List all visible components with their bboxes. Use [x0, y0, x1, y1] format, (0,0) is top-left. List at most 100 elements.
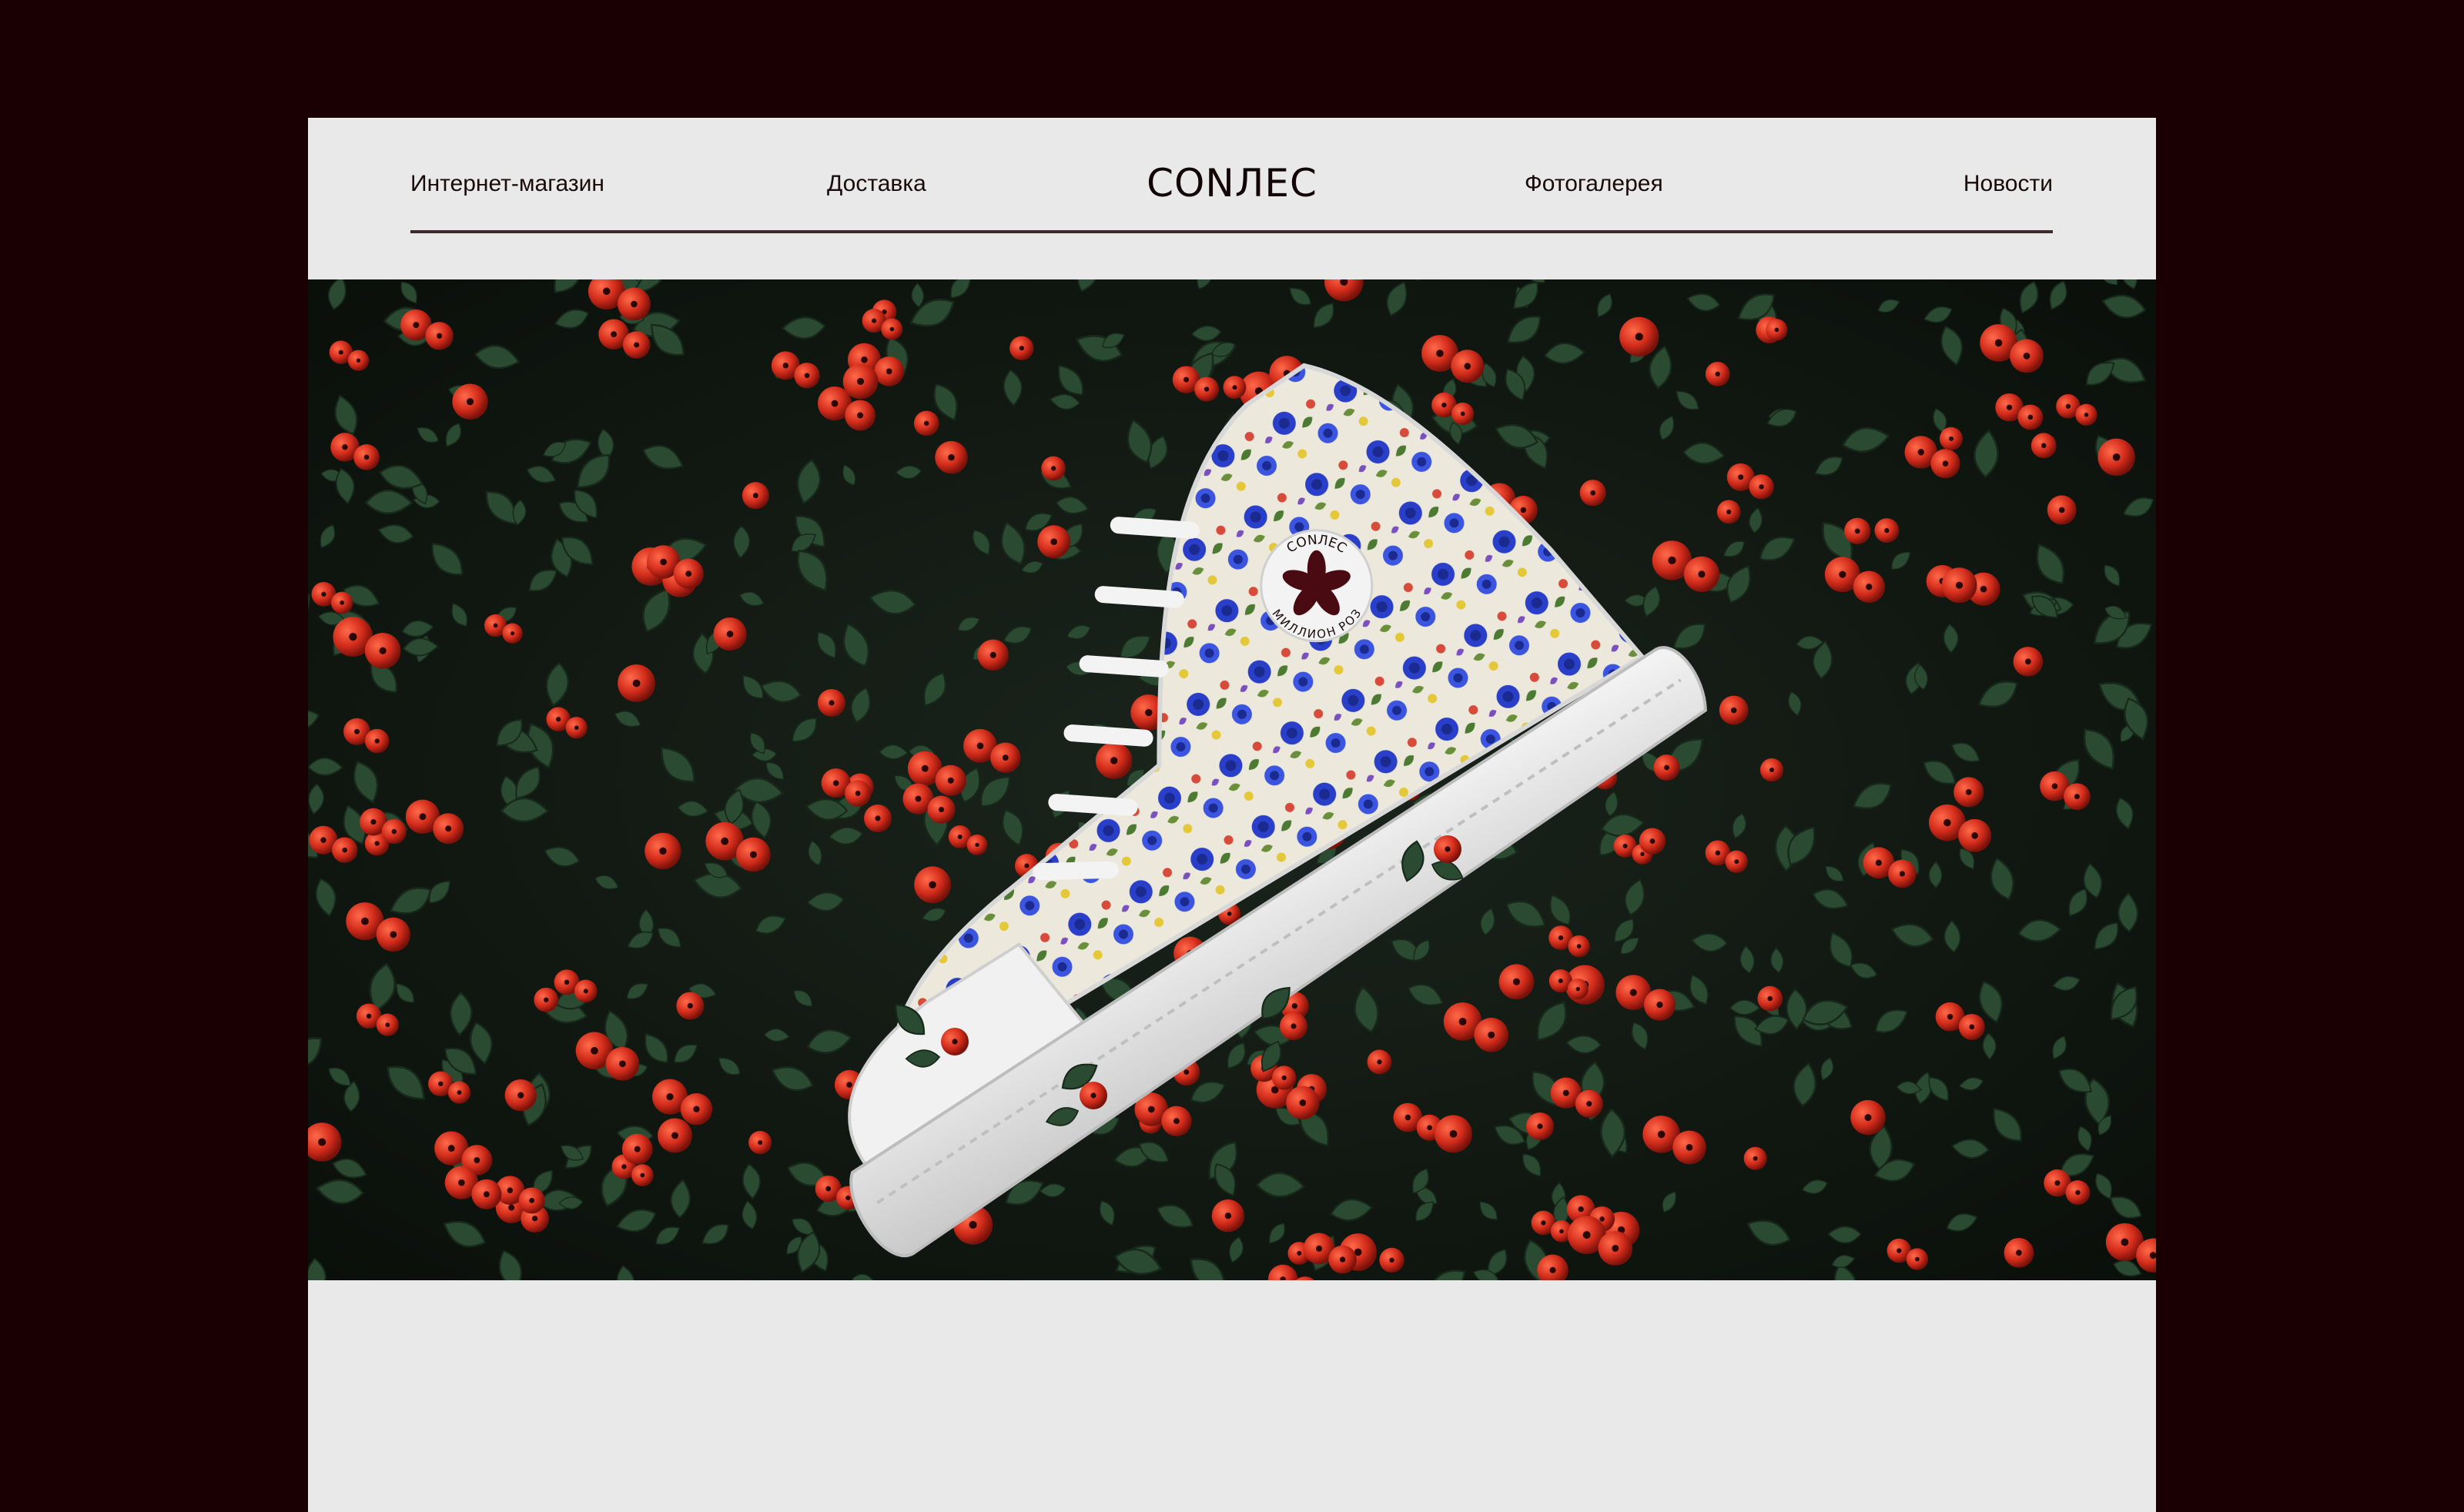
berry-shape	[914, 866, 952, 904]
berry-shape	[1009, 336, 1034, 360]
berry-shape	[1725, 850, 1748, 873]
berry-shape	[364, 632, 401, 669]
berry-shape	[1223, 376, 1247, 400]
berry-shape	[565, 717, 588, 739]
berry-shape	[842, 363, 879, 400]
berry-shape	[1719, 695, 1749, 725]
berry-shape	[1766, 319, 1788, 341]
berry-shape	[1930, 449, 1960, 479]
berry-shape	[1451, 350, 1485, 383]
berry-shape	[1850, 1099, 1886, 1136]
header-divider	[410, 230, 2053, 233]
berry-shape	[1194, 376, 1219, 402]
berry-shape	[1080, 1082, 1107, 1109]
berry-shape	[452, 383, 488, 420]
berry-shape	[966, 835, 988, 855]
berry-shape	[1888, 859, 1917, 888]
berry-shape	[1759, 758, 1784, 782]
berry-shape	[1749, 474, 1774, 500]
berry-shape	[1095, 742, 1133, 779]
berry-shape	[2064, 783, 2091, 811]
hero-image: CONЛЕС МИЛЛИОН РОЗ	[308, 279, 2156, 1280]
berry-shape	[1716, 500, 1741, 524]
berry-shape	[748, 1131, 772, 1155]
berry-shape	[534, 987, 559, 1012]
berry-shape	[1653, 754, 1680, 781]
site-header: Интернет-магазин Доставка CONЛЕС Фотогал…	[308, 118, 2156, 279]
berry-shape	[742, 482, 769, 510]
berry-shape	[433, 813, 464, 845]
berry-shape	[845, 400, 875, 431]
berry-shape	[447, 1081, 471, 1104]
berry-shape	[1579, 480, 1606, 507]
berry-shape	[1434, 835, 1461, 863]
berry-shape	[864, 805, 892, 832]
berry-shape	[1161, 1106, 1192, 1136]
berry-shape	[622, 331, 651, 359]
berry-shape	[1639, 828, 1666, 855]
berry-shape	[1939, 427, 1963, 450]
berry-shape	[913, 410, 939, 437]
nav-link-news[interactable]: Новости	[1964, 169, 2053, 199]
berry-shape	[574, 979, 598, 1003]
berry-shape	[990, 742, 1021, 773]
berry-shape	[618, 664, 655, 702]
berry-shape	[977, 639, 1009, 671]
berry-shape	[1958, 818, 1992, 852]
berry-shape	[504, 1079, 537, 1112]
berry-shape	[2017, 404, 2044, 430]
berry-shape	[631, 1164, 654, 1186]
page-container: Интернет-магазин Доставка CONЛЕС Фотогал…	[308, 118, 2156, 1512]
berry-shape	[818, 689, 845, 717]
berry-shape	[471, 1179, 502, 1209]
berry-shape	[1367, 1049, 1392, 1075]
berry-shape	[376, 917, 410, 952]
berry-shape	[353, 444, 380, 470]
berry-shape	[2013, 647, 2044, 677]
berry-shape	[605, 1046, 640, 1081]
berry-shape	[927, 795, 956, 824]
berry-shape	[1567, 978, 1589, 1000]
berry-shape	[658, 1118, 692, 1153]
berry-shape	[941, 1028, 969, 1055]
berry-shape	[1598, 1231, 1633, 1266]
berry-shape	[1958, 1013, 1985, 1040]
berry-shape	[502, 623, 523, 644]
berry-shape	[330, 591, 353, 614]
berry-shape	[1844, 517, 1871, 544]
berry-shape	[935, 764, 966, 796]
berry-shape	[1041, 456, 1066, 481]
berry-shape	[347, 350, 370, 371]
berry-shape	[1941, 567, 1977, 604]
berry-shape	[1280, 1012, 1307, 1040]
berry-shape	[1435, 1115, 1472, 1153]
berry-shape	[1498, 964, 1535, 1000]
brand-badge: CONЛЕС МИЛЛИОН РОЗ	[1260, 529, 1374, 643]
site-logo[interactable]: CONЛЕС	[308, 156, 2156, 210]
berry-shape	[1643, 988, 1676, 1021]
berry-shape	[2004, 1237, 2034, 1268]
berry-shape	[2010, 339, 2044, 373]
berry-shape	[1743, 1146, 1767, 1170]
berry-shape	[381, 819, 407, 845]
berry-shape	[680, 1093, 713, 1126]
berry-shape	[2065, 1180, 2091, 1205]
berry-shape	[676, 992, 705, 1020]
berry-shape	[1853, 570, 1886, 603]
berry-shape	[1328, 1245, 1357, 1274]
berry-shape	[1286, 1085, 1320, 1120]
berry-shape	[1953, 777, 1984, 808]
berry-shape	[845, 780, 872, 807]
berry-shape	[1757, 985, 1783, 1012]
berry-shape	[644, 832, 681, 870]
berry-shape	[2047, 495, 2077, 525]
berry-shape	[2097, 438, 2135, 477]
berry-shape	[425, 322, 454, 350]
berry-shape	[1619, 316, 1659, 356]
berry-shape	[881, 318, 903, 340]
berry-shape	[1526, 1112, 1554, 1140]
berry-shape	[1705, 361, 1730, 386]
nav-link-gallery[interactable]: Фотогалерея	[1525, 169, 1663, 199]
berry-shape	[376, 1013, 399, 1036]
berry-shape	[1568, 935, 1590, 958]
